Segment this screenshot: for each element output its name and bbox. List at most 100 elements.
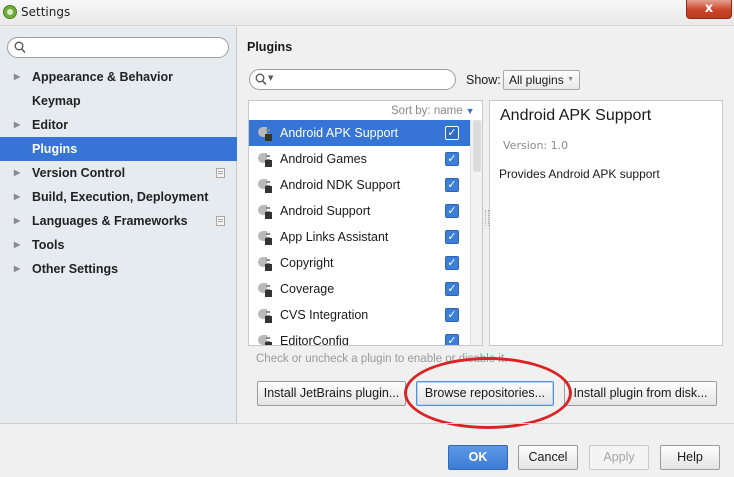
plugin-icon — [257, 125, 273, 141]
expand-arrow-icon[interactable]: ▶ — [14, 257, 20, 281]
project-settings-icon — [216, 168, 225, 178]
sidebar-item-label: Appearance & Behavior — [32, 70, 174, 84]
expand-arrow-icon[interactable]: ▶ — [14, 65, 20, 89]
plugin-detail-version: Version: 1.0 — [503, 139, 569, 152]
plugin-enabled-checkbox[interactable]: ✓ — [445, 256, 459, 270]
expand-arrow-icon[interactable]: ▶ — [14, 209, 20, 233]
sidebar-item-build-execution-deployment[interactable]: ▶ Build, Execution, Deployment — [0, 185, 237, 209]
plugin-detail-title: Android APK Support — [500, 107, 652, 124]
plugin-enabled-checkbox[interactable]: ✓ — [445, 282, 459, 296]
plugin-icon — [257, 281, 273, 297]
plugin-row[interactable]: Android NDK Support ✓ — [249, 172, 470, 198]
install-plugin-from-disk-button[interactable]: Install plugin from disk... — [564, 381, 717, 406]
plugin-row[interactable]: Copyright ✓ — [249, 250, 470, 276]
plugin-row[interactable]: Android Support ✓ — [249, 198, 470, 224]
ok-button[interactable]: OK — [448, 445, 508, 470]
plugin-detail-panel: Android APK Support Version: 1.0 Provide… — [489, 100, 723, 346]
settings-sidebar: ▶ Appearance & Behavior Keymap ▶ Editor … — [0, 27, 237, 423]
plugin-enabled-checkbox[interactable]: ✓ — [445, 126, 459, 140]
plugin-row[interactable]: CVS Integration ✓ — [249, 302, 470, 328]
plugin-enabled-checkbox[interactable]: ✓ — [445, 152, 459, 166]
sidebar-item-version-control[interactable]: ▶ Version Control — [0, 161, 237, 185]
plugin-icon — [257, 151, 273, 167]
plugin-search[interactable]: ▼ — [249, 69, 456, 90]
plugin-name: Android APK Support — [280, 126, 399, 140]
plugin-list: Android APK Support ✓ Android Games ✓ An… — [249, 120, 470, 346]
expand-arrow-icon[interactable]: ▶ — [14, 161, 20, 185]
sidebar-item-label: Build, Execution, Deployment — [32, 190, 209, 204]
plugin-enabled-checkbox[interactable]: ✓ — [445, 230, 459, 244]
settings-search[interactable] — [7, 37, 229, 58]
plugin-list-scrollbar[interactable] — [470, 120, 482, 345]
sidebar-item-label: Keymap — [32, 94, 81, 108]
plugin-name: Copyright — [280, 256, 334, 270]
plugin-list-panel: Sort by: name ▼ Android APK Support ✓ And… — [248, 100, 483, 346]
plugin-icon — [257, 177, 273, 193]
settings-search-input[interactable] — [30, 40, 224, 55]
cancel-button[interactable]: Cancel — [518, 445, 578, 470]
search-options-dropdown-icon[interactable]: ▼ — [268, 74, 273, 82]
sidebar-item-label: Other Settings — [32, 262, 119, 276]
sidebar-item-label: Tools — [32, 238, 65, 252]
window-title: Settings — [21, 5, 71, 19]
scrollbar-thumb[interactable] — [473, 120, 481, 172]
search-icon — [255, 73, 267, 85]
sidebar-item-appearance-behavior[interactable]: ▶ Appearance & Behavior — [0, 65, 237, 89]
sidebar-item-label: Plugins — [32, 142, 78, 156]
sort-by-control[interactable]: Sort by: name ▼ — [391, 105, 475, 117]
show-filter-value: All plugins — [509, 73, 564, 87]
sidebar-item-keymap[interactable]: Keymap — [0, 89, 237, 113]
plugin-enabled-checkbox[interactable]: ✓ — [445, 308, 459, 322]
plugin-row[interactable]: Android Games ✓ — [249, 146, 470, 172]
plugin-name: EditorConfig — [280, 334, 349, 346]
expand-arrow-icon[interactable]: ▶ — [14, 185, 20, 209]
sidebar-item-label: Languages & Frameworks — [32, 214, 188, 228]
plugin-detail-description: Provides Android APK support — [499, 167, 660, 181]
apply-button[interactable]: Apply — [589, 445, 649, 470]
android-studio-icon — [3, 5, 17, 19]
sidebar-item-label: Editor — [32, 118, 69, 132]
sidebar-item-tools[interactable]: ▶ Tools — [0, 233, 237, 257]
plugin-enabled-checkbox[interactable]: ✓ — [445, 204, 459, 218]
close-button[interactable]: x — [686, 0, 732, 19]
sidebar-item-editor[interactable]: ▶ Editor — [0, 113, 237, 137]
plugin-name: Android Games — [280, 152, 367, 166]
install-jetbrains-plugin-button[interactable]: Install JetBrains plugin... — [257, 381, 406, 406]
plugin-enabled-checkbox[interactable]: ✓ — [445, 178, 459, 192]
help-button[interactable]: Help — [660, 445, 720, 470]
plugin-name: CVS Integration — [280, 308, 369, 322]
sidebar-item-languages-frameworks[interactable]: ▶ Languages & Frameworks — [0, 209, 237, 233]
plugin-enabled-checkbox[interactable]: ✓ — [445, 334, 459, 345]
plugin-row[interactable]: Android APK Support ✓ — [249, 120, 470, 146]
plugin-name: App Links Assistant — [280, 230, 389, 244]
search-icon — [14, 41, 26, 53]
plugin-hint-text: Check or uncheck a plugin to enable or d… — [256, 353, 508, 365]
show-filter-label: Show: — [466, 73, 501, 87]
sidebar-item-label: Version Control — [32, 166, 126, 180]
sort-arrow-icon: ▼ — [465, 106, 475, 116]
browse-repositories-button[interactable]: Browse repositories... — [416, 381, 554, 406]
plugin-icon — [257, 203, 273, 219]
plugin-icon — [257, 333, 273, 345]
sidebar-item-other-settings[interactable]: ▶ Other Settings — [0, 257, 237, 281]
plugin-icon — [257, 255, 273, 271]
expand-arrow-icon[interactable]: ▶ — [14, 113, 20, 137]
plugin-search-input[interactable] — [278, 72, 448, 87]
page-title: Plugins — [247, 40, 293, 54]
plugin-row[interactable]: Coverage ✓ — [249, 276, 470, 302]
sort-by-label: Sort by: name — [391, 105, 463, 117]
plugin-name: Android Support — [280, 204, 371, 218]
project-settings-icon — [216, 216, 225, 226]
chevron-down-icon: ▼ — [567, 76, 574, 83]
plugin-name: Android NDK Support — [280, 178, 401, 192]
footer-divider — [0, 423, 734, 424]
plugin-name: Coverage — [280, 282, 335, 296]
expand-arrow-icon[interactable]: ▶ — [14, 233, 20, 257]
plugin-row[interactable]: App Links Assistant ✓ — [249, 224, 470, 250]
show-filter-select[interactable]: All plugins ▼ — [503, 70, 580, 90]
plugin-icon — [257, 229, 273, 245]
title-bar: Settings x — [0, 0, 734, 26]
plugin-row[interactable]: EditorConfig ✓ — [249, 328, 470, 346]
sidebar-item-plugins[interactable]: Plugins — [0, 137, 237, 161]
plugin-icon — [257, 307, 273, 323]
